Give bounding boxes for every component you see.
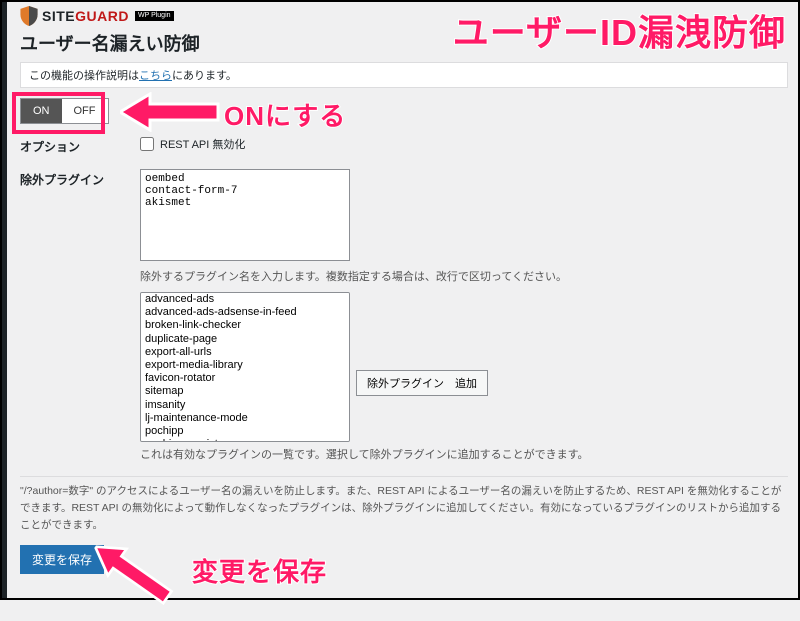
list-item[interactable]: pochipp_assist [141, 438, 349, 442]
exclude-plugins-label: 除外プラグイン [20, 169, 140, 188]
list-item[interactable]: lj-maintenance-mode [141, 412, 349, 425]
rest-api-checkbox[interactable] [140, 137, 154, 151]
list-item[interactable]: export-media-library [141, 359, 349, 372]
toggle-on[interactable]: ON [21, 99, 62, 123]
add-exclude-button[interactable]: 除外プラグイン 追加 [356, 370, 488, 396]
plugin-brand: SITEGUARD WP Plugin [20, 6, 788, 26]
description-bar: この機能の操作説明はこちらにあります。 [20, 62, 788, 88]
list-item[interactable]: duplicate-page [141, 333, 349, 346]
main-content: SITEGUARD WP Plugin ユーザー名漏えい防御 この機能の操作説明… [10, 2, 798, 584]
footer-description: "/?author=数字" のアクセスによるユーザー名の漏えいを防止します。また… [20, 476, 788, 533]
list-item[interactable]: export-all-urls [141, 346, 349, 359]
exclude-plugins-textarea[interactable] [140, 169, 350, 261]
options-label: オプション [20, 136, 140, 155]
list-item[interactable]: advanced-ads [141, 293, 349, 306]
help-link[interactable]: こちら [139, 70, 172, 82]
admin-sidebar-strip [2, 2, 7, 598]
list-item[interactable]: imsanity [141, 399, 349, 412]
plugin-list-help: これは有効なプラグインの一覧です。選択して除外プラグインに追加することができます… [140, 446, 788, 462]
list-item[interactable]: favicon-rotator [141, 372, 349, 385]
on-off-toggle[interactable]: ON OFF [20, 98, 109, 124]
save-button[interactable]: 変更を保存 [20, 545, 104, 574]
list-item[interactable]: pochipp [141, 425, 349, 438]
rest-api-label: REST API 無効化 [160, 136, 245, 152]
brand-badge: WP Plugin [135, 11, 174, 21]
list-item[interactable]: advanced-ads-adsense-in-feed [141, 306, 349, 319]
active-plugins-select[interactable]: advanced-adsadvanced-ads-adsense-in-feed… [140, 292, 350, 442]
rest-api-disable-row[interactable]: REST API 無効化 [140, 136, 788, 152]
exclude-help-text: 除外するプラグイン名を入力します。複数指定する場合は、改行で区切ってください。 [140, 268, 788, 284]
brand-text: SITEGUARD [42, 8, 129, 24]
shield-icon [20, 6, 38, 26]
list-item[interactable]: sitemap [141, 385, 349, 398]
list-item[interactable]: broken-link-checker [141, 319, 349, 332]
toggle-off[interactable]: OFF [62, 99, 108, 123]
page-title: ユーザー名漏えい防御 [20, 30, 788, 56]
